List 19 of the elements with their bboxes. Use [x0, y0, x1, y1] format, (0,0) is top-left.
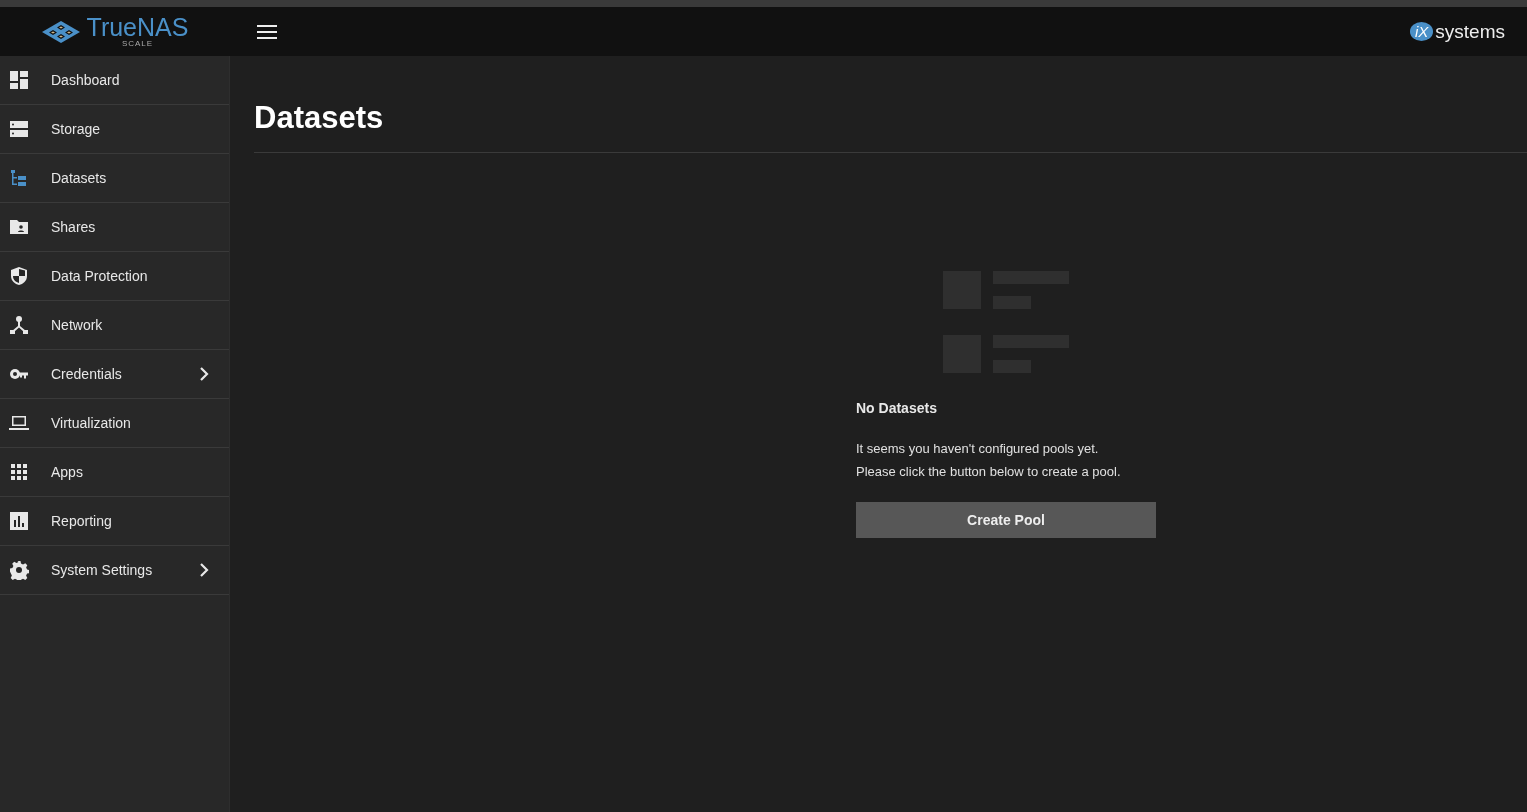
vendor-name: systems	[1435, 20, 1505, 43]
sidebar-item[interactable]: Data Protection	[0, 252, 229, 301]
page-title: Datasets	[254, 56, 1527, 153]
sidebar-item[interactable]: Reporting	[0, 497, 229, 546]
sidebar-item[interactable]: Network	[0, 301, 229, 350]
logo-text: TrueNAS	[86, 15, 189, 39]
empty-state-message: Please click the button below to create a pool.	[856, 463, 1121, 481]
sidebar-item[interactable]: Virtualization	[0, 399, 229, 448]
sidebar-item[interactable]: Shares	[0, 203, 229, 252]
empty-state-message: It seems you haven't configured pools yet.	[856, 440, 1100, 458]
sidebar-item[interactable]: System Settings	[0, 546, 229, 595]
create-pool-button[interactable]: Create Pool	[856, 502, 1156, 538]
empty-state-title: No Datasets	[856, 400, 937, 416]
edition-label: SCALE	[121, 39, 154, 48]
logo-icon	[40, 19, 81, 44]
vendor-mark: iX	[1409, 22, 1434, 41]
sidebar-item[interactable]: Credentials	[0, 350, 229, 399]
sidebar-item[interactable]: Dashboard	[0, 56, 229, 105]
sidebar-item[interactable]: Apps	[0, 448, 229, 497]
